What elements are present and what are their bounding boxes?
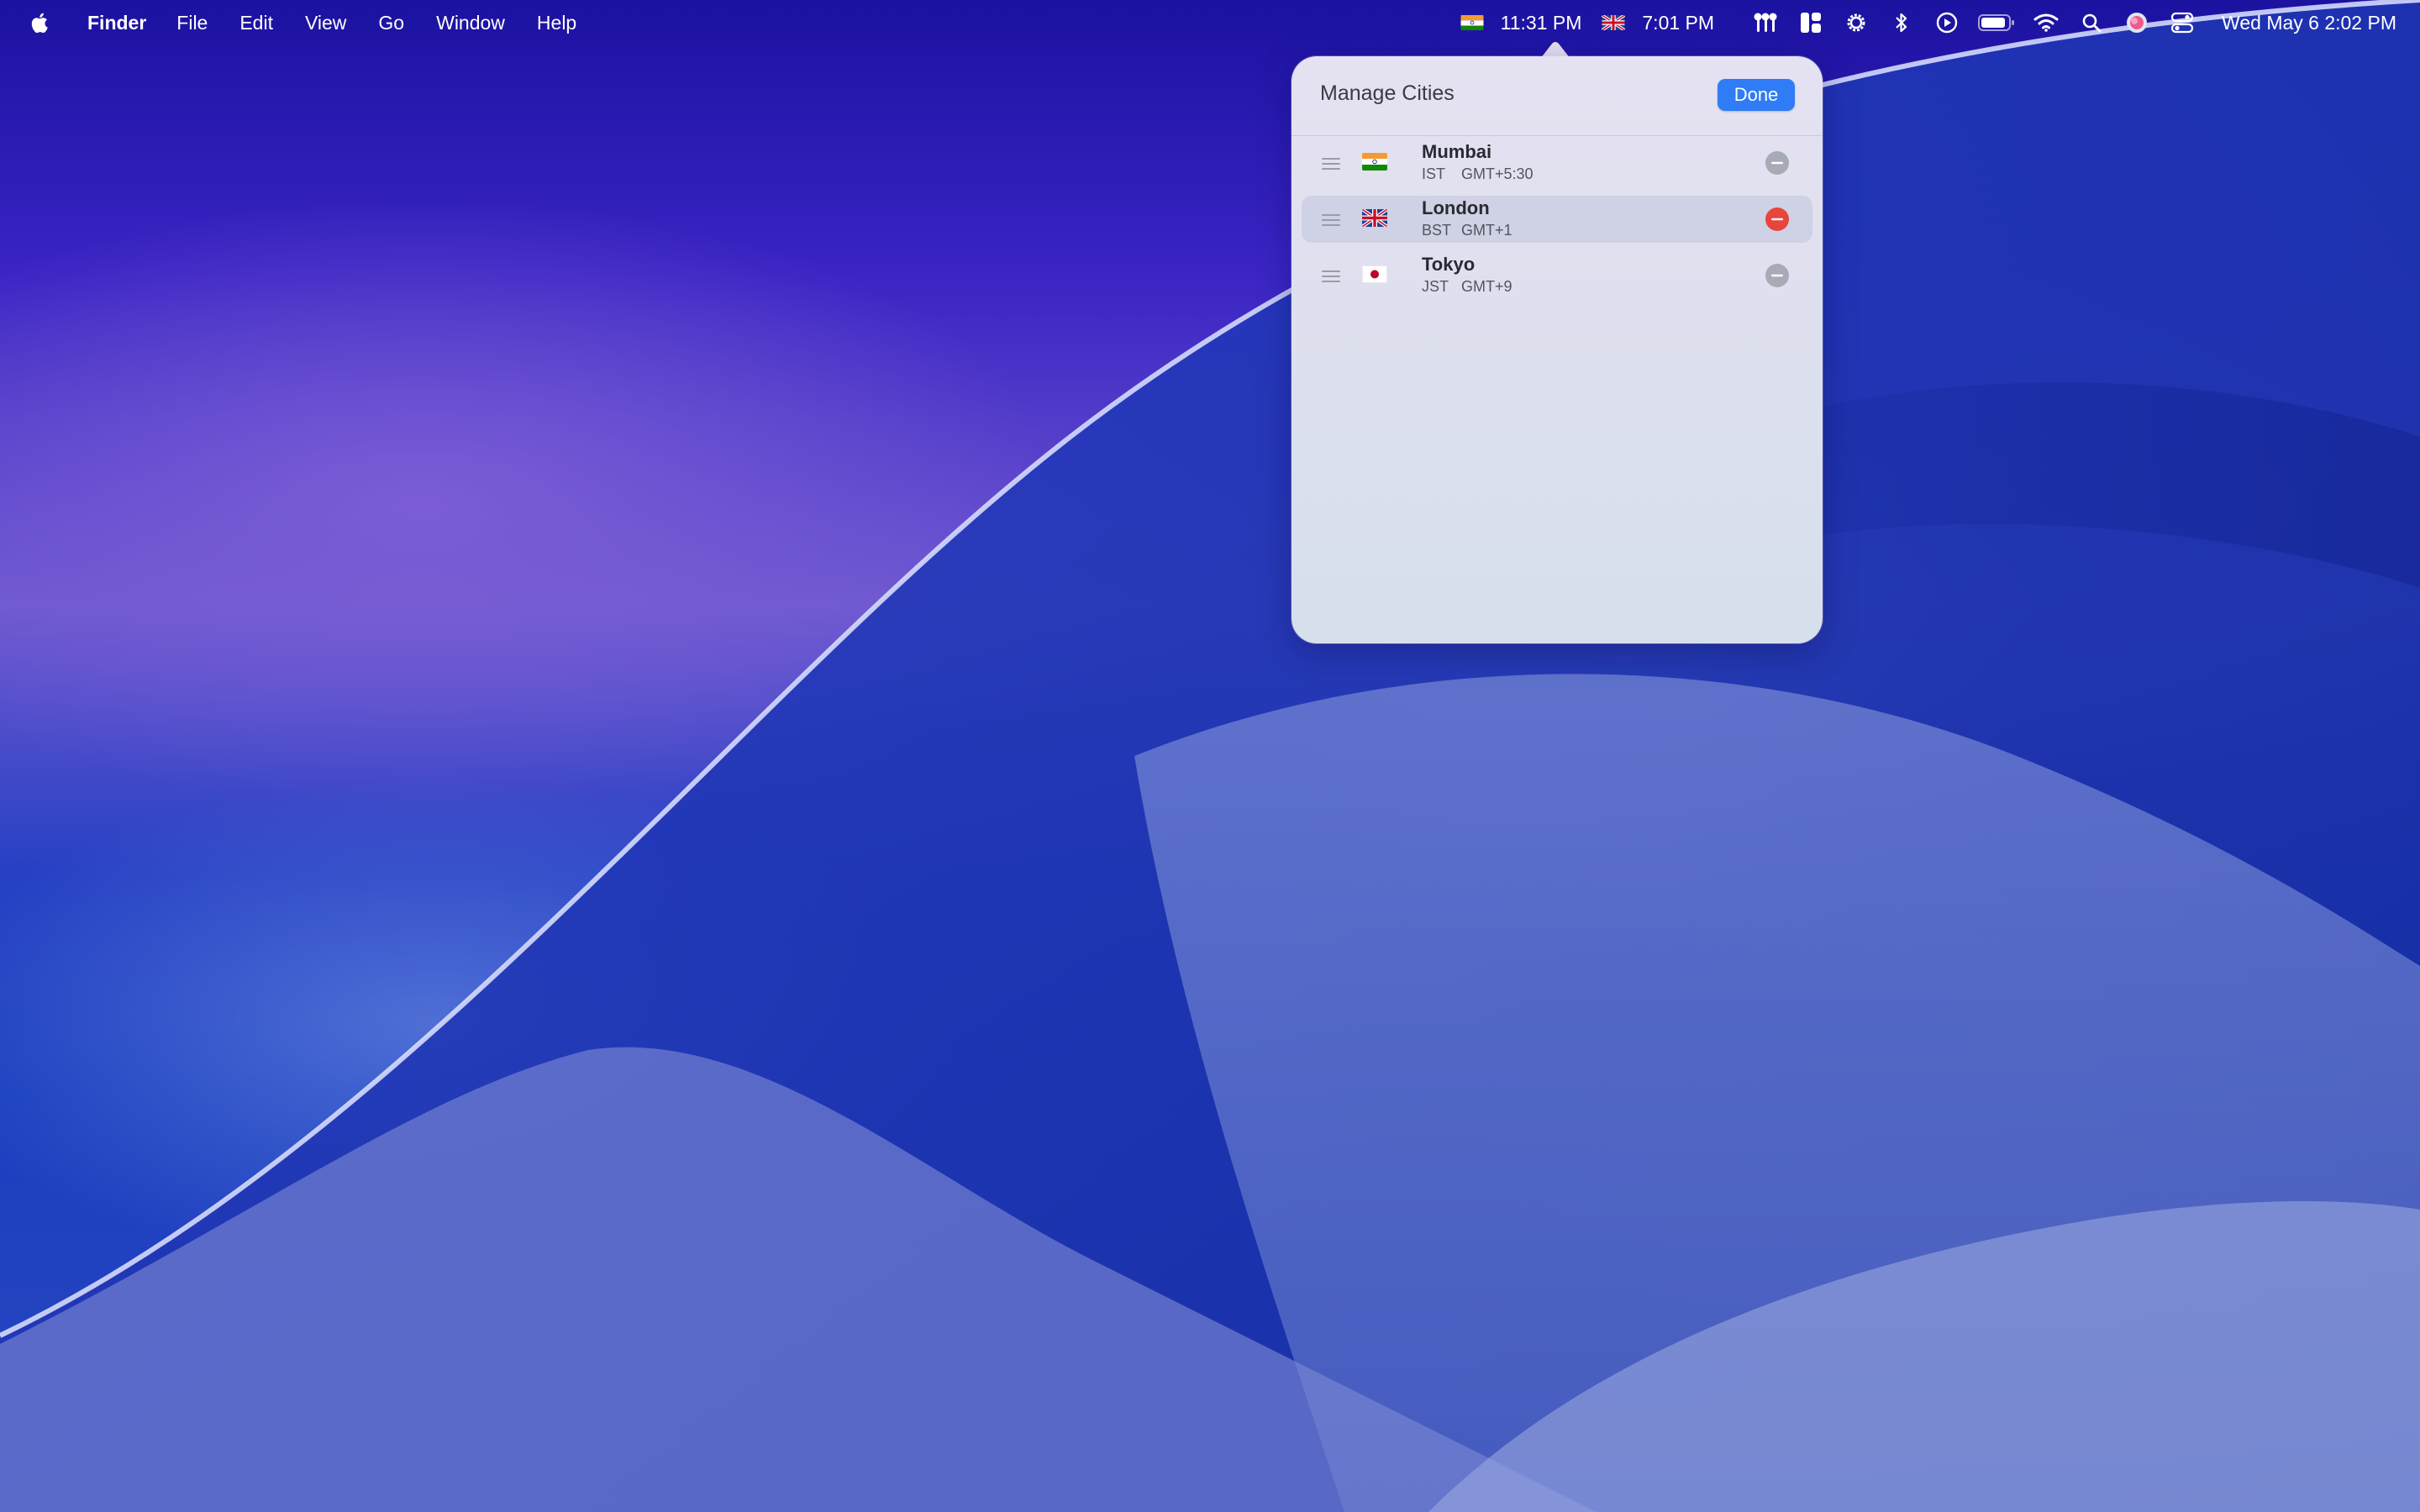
desktop-wallpaper	[0, 0, 2420, 1512]
city-timezone-abbr: IST	[1422, 165, 1446, 182]
city-timezone-abbr: BST	[1422, 222, 1452, 239]
menu-go[interactable]: Go	[378, 12, 404, 34]
india-flag-icon[interactable]	[1460, 15, 1484, 30]
japan-flag-icon	[1362, 265, 1387, 283]
menu-file[interactable]: File	[176, 12, 208, 34]
city-row-mumbai[interactable]: Mumbai IST GMT+5:30	[1302, 139, 1812, 186]
india-flag-icon	[1362, 153, 1387, 171]
remove-city-button[interactable]	[1765, 263, 1790, 288]
menu-view[interactable]: View	[305, 12, 346, 34]
menu-bar: Finder File Edit View Go Window Help 11:…	[0, 0, 2420, 45]
bluetooth-icon[interactable]	[1887, 10, 1916, 35]
battery-icon	[1978, 10, 2015, 35]
drag-handle-icon[interactable]	[1322, 214, 1340, 226]
uk-flag-icon	[1362, 209, 1387, 227]
city-gmt-offset: GMT+5:30	[1461, 165, 1534, 182]
popover-title: Manage Cities	[1320, 81, 1455, 105]
apple-icon[interactable]	[29, 10, 52, 35]
city-name: Tokyo	[1422, 254, 1476, 275]
menu-edit[interactable]: Edit	[239, 12, 273, 34]
play-circle-icon[interactable]	[1933, 10, 1961, 35]
popover-header: Manage Cities Done	[1292, 56, 1823, 136]
menubar-clock[interactable]: Wed May 6 2:02 PM	[2222, 12, 2396, 34]
siri-icon[interactable]	[2123, 10, 2151, 35]
wifi-icon[interactable]	[2032, 10, 2060, 35]
search-icon[interactable]	[2077, 10, 2106, 35]
menu-app-name[interactable]: Finder	[87, 12, 146, 34]
manage-cities-popover: Manage Cities Done Mumbai IST GMT+5:30 Lond…	[1292, 56, 1823, 643]
city-row-london[interactable]: London BST GMT+1	[1302, 196, 1812, 243]
city-gmt-offset: GMT+1	[1461, 222, 1512, 239]
airpods-icon[interactable]	[1751, 10, 1780, 35]
done-button[interactable]: Done	[1718, 79, 1795, 111]
menu-window[interactable]: Window	[436, 12, 505, 34]
city-name: Mumbai	[1422, 141, 1492, 162]
city-gmt-offset: GMT+9	[1461, 278, 1512, 295]
control-center-icon[interactable]	[2168, 10, 2196, 35]
uk-flag-icon[interactable]	[1602, 15, 1626, 30]
stage-manager-icon[interactable]	[1797, 10, 1825, 35]
remove-city-button[interactable]	[1765, 207, 1790, 232]
world-clock-time-india[interactable]: 11:31 PM	[1501, 12, 1582, 34]
remove-city-button[interactable]	[1765, 150, 1790, 176]
drag-handle-icon[interactable]	[1322, 158, 1340, 170]
world-clock-time-uk[interactable]: 7:01 PM	[1642, 12, 1714, 34]
city-row-tokyo[interactable]: Tokyo JST GMT+9	[1302, 252, 1812, 299]
drag-handle-icon[interactable]	[1322, 270, 1340, 282]
gear-icon[interactable]	[1842, 10, 1870, 35]
city-name: London	[1422, 197, 1490, 218]
menu-help[interactable]: Help	[537, 12, 576, 34]
city-timezone-abbr: JST	[1422, 278, 1449, 295]
